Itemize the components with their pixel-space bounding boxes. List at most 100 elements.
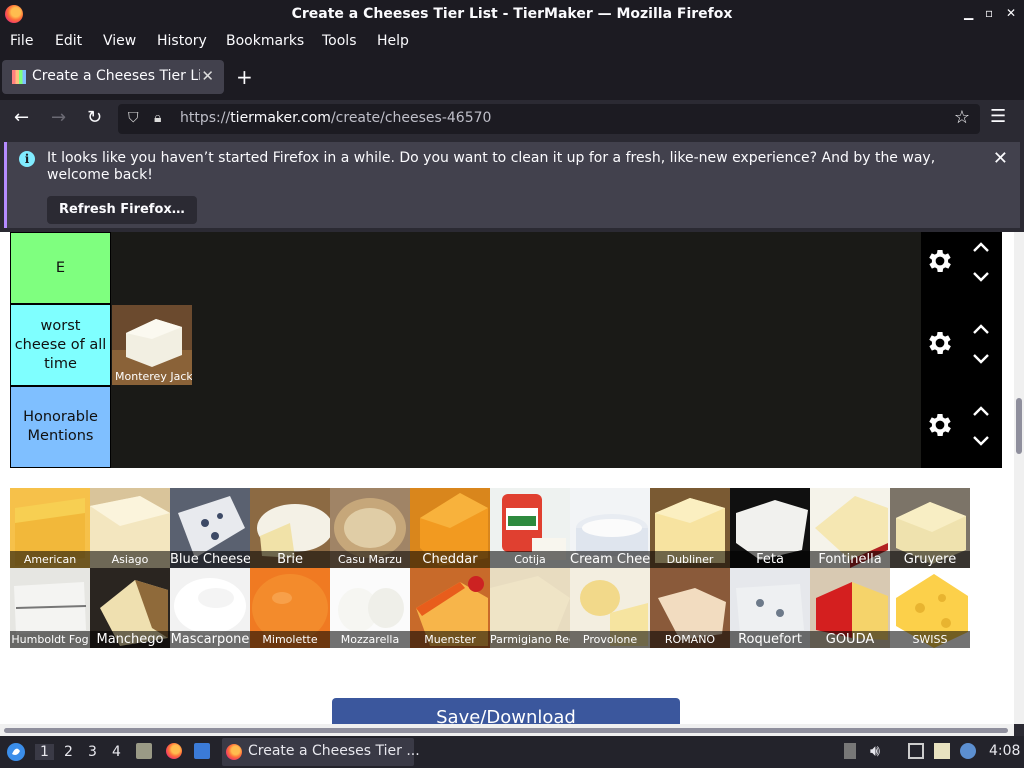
maximize-icon[interactable]: ▫ xyxy=(985,6,993,20)
volume-icon[interactable]: 🔊︎ xyxy=(870,741,880,761)
cheese-tile-gouda[interactable]: GOUDA xyxy=(810,568,890,648)
menu-tools[interactable]: Tools xyxy=(322,33,357,49)
workspace-2[interactable]: 2 xyxy=(64,744,73,760)
workspace-4[interactable]: 4 xyxy=(112,744,121,760)
reload-icon[interactable]: ↻ xyxy=(87,107,102,128)
cheese-name: Brie xyxy=(250,551,330,568)
cheese-tile-swiss[interactable]: SWISS xyxy=(890,568,970,648)
lock-icon[interactable]: 🔒︎ xyxy=(154,110,161,126)
cheese-tile-monterey-jack[interactable]: Monterey Jack xyxy=(112,305,192,385)
cheese-name: Manchego xyxy=(90,631,170,648)
file-manager-icon[interactable] xyxy=(136,743,152,759)
cheese-tile-blue-cheese[interactable]: Blue Cheese xyxy=(170,488,250,568)
save-download-button[interactable]: Save/Download xyxy=(332,698,680,724)
tier-label[interactable]: E xyxy=(10,232,111,304)
cheese-tile-muenster[interactable]: Muenster xyxy=(410,568,490,648)
new-tab-icon[interactable]: + xyxy=(236,65,253,89)
cheese-name: Feta xyxy=(730,551,810,568)
cheese-tile-roquefort[interactable]: Roquefort xyxy=(730,568,810,648)
cheese-tile-fontinella[interactable]: Fontinella xyxy=(810,488,890,568)
minimize-icon[interactable]: ▁ xyxy=(964,6,973,20)
tab-close-icon[interactable]: ✕ xyxy=(201,67,214,85)
bookmark-star-icon[interactable]: ☆ xyxy=(954,107,970,128)
cheese-tile-american[interactable]: American xyxy=(10,488,90,568)
move-up-icon[interactable] xyxy=(971,322,991,336)
menu-help[interactable]: Help xyxy=(377,33,409,49)
firefox-launcher-icon[interactable] xyxy=(166,743,182,759)
cheese-tile-casu-marzu[interactable]: Casu Marzu xyxy=(330,488,410,568)
forward-icon[interactable]: → xyxy=(51,107,66,128)
settings-gear-icon[interactable] xyxy=(925,246,955,276)
horizontal-scrollbar[interactable] xyxy=(0,724,1014,736)
cheese-tile-provolone[interactable]: Provolone xyxy=(570,568,650,648)
cheese-tile-humboldt-fog[interactable]: Humboldt Fog xyxy=(10,568,90,648)
move-down-icon[interactable] xyxy=(971,434,991,448)
menu-bookmarks[interactable]: Bookmarks xyxy=(226,33,304,49)
app-menu-icon[interactable]: ☰ xyxy=(990,106,1006,127)
navigation-bar: ← → ↻ ⛉ 🔒︎ https://tiermaker.com/create/… xyxy=(0,100,1024,138)
cheese-tile-cotija[interactable]: Cotija xyxy=(490,488,570,568)
cheese-tile-manchego[interactable]: Manchego xyxy=(90,568,170,648)
url-host: tiermaker.com xyxy=(230,110,331,126)
clipboard-icon[interactable] xyxy=(934,743,950,759)
display-icon[interactable] xyxy=(908,743,924,759)
cheese-name: American xyxy=(10,551,90,568)
cheese-tile-feta[interactable]: Feta xyxy=(730,488,810,568)
tier-label[interactable]: worst cheese of all time xyxy=(10,304,111,386)
cheese-name: Provolone xyxy=(570,631,650,648)
menu-view[interactable]: View xyxy=(103,33,136,49)
battery-icon[interactable] xyxy=(844,743,856,759)
menu-file[interactable]: File xyxy=(10,33,33,49)
cheese-tile-dubliner[interactable]: Dubliner xyxy=(650,488,730,568)
notification-close-icon[interactable]: ✕ xyxy=(993,148,1008,169)
clock: 4:08 xyxy=(989,743,1021,759)
tier-label[interactable]: Honorable Mentions xyxy=(10,386,111,468)
settings-gear-icon[interactable] xyxy=(925,410,955,440)
close-window-icon[interactable]: ✕ xyxy=(1006,6,1016,20)
menu-edit[interactable]: Edit xyxy=(55,33,82,49)
vertical-scroll-thumb[interactable] xyxy=(1016,398,1022,454)
start-menu-icon[interactable] xyxy=(6,742,26,762)
tier-controls xyxy=(921,232,1002,304)
move-up-icon[interactable] xyxy=(971,240,991,254)
cheese-name: Cream Cheese xyxy=(570,551,650,568)
cheese-name: Blue Cheese xyxy=(170,551,250,568)
cheese-tile-mozzarella[interactable]: Mozzarella xyxy=(330,568,410,648)
network-icon[interactable] xyxy=(960,743,976,759)
cheese-tile-mimolette[interactable]: Mimolette xyxy=(250,568,330,648)
tier-row: E xyxy=(10,232,1002,304)
tiermaker-favicon-icon xyxy=(12,70,26,84)
cheese-tile-cream-cheese[interactable]: Cream Cheese xyxy=(570,488,650,568)
cheese-tile-gruyere[interactable]: Gruyere xyxy=(890,488,970,568)
cheese-tile-brie[interactable]: Brie xyxy=(250,488,330,568)
url-text[interactable]: https://tiermaker.com/create/cheeses-465… xyxy=(180,110,491,126)
taskbar-firefox-window[interactable]: Create a Cheeses Tier ... xyxy=(222,738,420,766)
move-down-icon[interactable] xyxy=(971,270,991,284)
menu-history[interactable]: History xyxy=(157,33,207,49)
workspace-3[interactable]: 3 xyxy=(88,744,97,760)
cheese-tile-romano[interactable]: ROMANO xyxy=(650,568,730,648)
window-titlebar: Create a Cheeses Tier List - TierMaker —… xyxy=(0,0,1024,30)
cheese-tile-mascarpone[interactable]: Mascarpone xyxy=(170,568,250,648)
move-down-icon[interactable] xyxy=(971,352,991,366)
cheese-tile-cheddar[interactable]: Cheddar xyxy=(410,488,490,568)
taskbar-task-label: Create a Cheeses Tier ... xyxy=(248,743,420,759)
refresh-firefox-button[interactable]: Refresh Firefox… xyxy=(47,196,197,224)
tracking-shield-icon[interactable]: ⛉ xyxy=(128,110,139,126)
cheese-name: Monterey Jack xyxy=(115,370,192,383)
back-icon[interactable]: ← xyxy=(14,107,29,128)
cheese-tile-parmigiano-reggiano[interactable]: Parmigiano Reggiano xyxy=(490,568,570,648)
cheese-name: ROMANO xyxy=(650,631,730,648)
move-up-icon[interactable] xyxy=(971,404,991,418)
show-desktop-icon[interactable] xyxy=(194,743,210,759)
tab-tiermaker[interactable]: Create a Cheeses Tier List - TierMaker ✕ xyxy=(2,60,224,94)
vertical-scrollbar[interactable] xyxy=(1014,232,1024,724)
cheese-tile-asiago[interactable]: Asiago xyxy=(90,488,170,568)
workspace-1[interactable]: 1 xyxy=(35,744,54,760)
horizontal-scroll-thumb[interactable] xyxy=(4,728,1008,733)
url-bar[interactable]: ⛉ 🔒︎ https://tiermaker.com/create/cheese… xyxy=(118,104,980,134)
window-title: Create a Cheeses Tier List - TierMaker —… xyxy=(291,6,733,22)
cheese-name: Humboldt Fog xyxy=(10,631,90,648)
notification-message: It looks like you haven’t started Firefo… xyxy=(47,150,936,183)
settings-gear-icon[interactable] xyxy=(925,328,955,358)
